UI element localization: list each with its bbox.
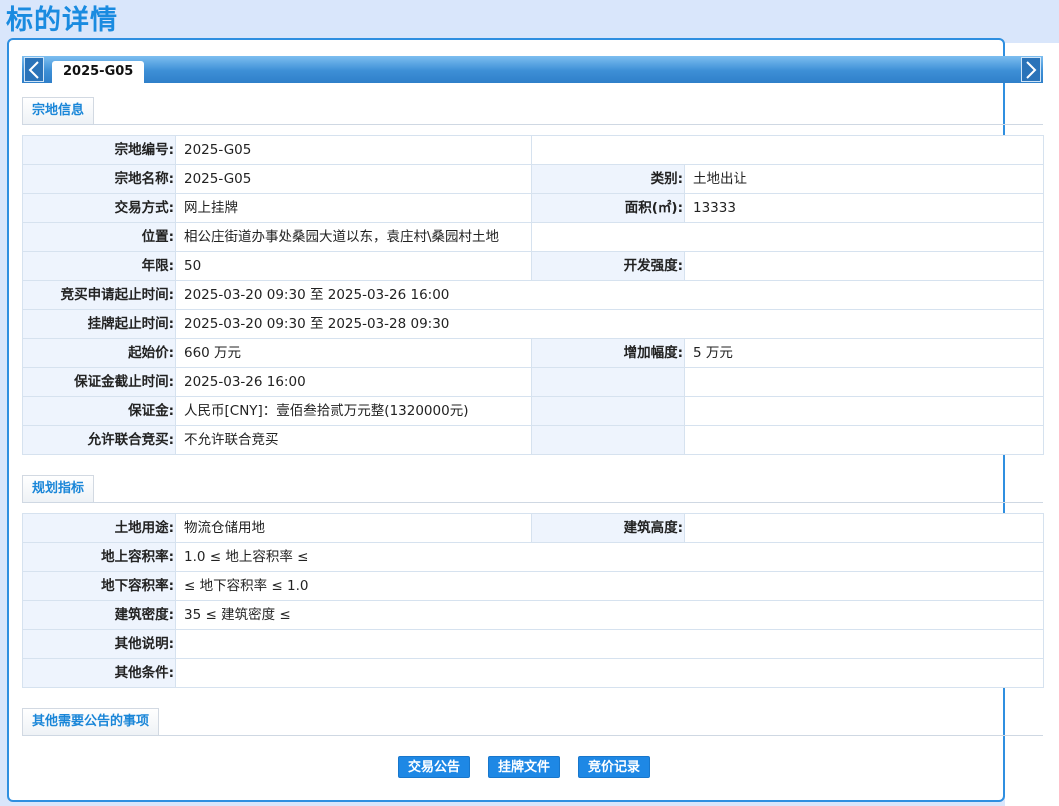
above-ground-far-value: 1.0 ≤ 地上容积率 ≤ [175, 542, 1044, 572]
prev-tab-button[interactable] [24, 57, 44, 82]
building-density-label: 建筑密度: [22, 600, 176, 630]
land-use-value: 物流仓储用地 [175, 513, 532, 543]
table-row: 允许联合竞买: 不允许联合竞买 [22, 425, 1044, 455]
listing-period-label: 挂牌起止时间: [22, 309, 176, 339]
trade-method-value: 网上挂牌 [175, 193, 532, 223]
deposit-deadline-label: 保证金截止时间: [22, 367, 176, 397]
empty-cell [531, 222, 1044, 252]
parcel-no-value: 2025-G05 [175, 135, 532, 165]
building-height-label: 建筑高度: [531, 513, 685, 543]
category-value: 土地出让 [684, 164, 1044, 194]
table-row: 竞买申请起止时间: 2025-03-20 09:30 至 2025-03-26 … [22, 280, 1044, 310]
starting-price-label: 起始价: [22, 338, 176, 368]
table-row: 其他说明: [22, 629, 1044, 659]
category-label: 类别: [531, 164, 685, 194]
detail-panel: 2025-G05 宗地信息 宗地编号: 2025-G05 宗地名称: 2025-… [7, 38, 1044, 802]
empty-cell [684, 396, 1044, 426]
table-row: 其他条件: [22, 658, 1044, 688]
term-label: 年限: [22, 251, 176, 281]
table-row: 起始价: 660 万元 增加幅度: 5 万元 [22, 338, 1044, 368]
planning-header: 规划指标 [22, 475, 1043, 503]
trade-method-label: 交易方式: [22, 193, 176, 223]
parcel-info-header: 宗地信息 [22, 97, 1043, 125]
table-row: 建筑密度: 35 ≤ 建筑密度 ≤ [22, 600, 1044, 630]
page-title: 标的详情 [6, 5, 118, 36]
building-density-value: 35 ≤ 建筑密度 ≤ [175, 600, 1044, 630]
land-use-label: 土地用途: [22, 513, 176, 543]
joint-bid-value: 不允许联合竞买 [175, 425, 532, 455]
empty-cell [684, 367, 1044, 397]
table-row: 交易方式: 网上挂牌 面积(㎡): 13333 [22, 193, 1044, 223]
parcel-info-title: 宗地信息 [22, 97, 95, 124]
table-row: 宗地编号: 2025-G05 [22, 135, 1044, 165]
other-notes-label: 其他说明: [22, 629, 176, 659]
application-period-value: 2025-03-20 09:30 至 2025-03-26 16:00 [175, 280, 1044, 310]
parcel-tab-bar: 2025-G05 [22, 56, 1043, 83]
action-buttons: 交易公告 挂牌文件 竞价记录 [9, 756, 1003, 780]
table-row: 挂牌起止时间: 2025-03-20 09:30 至 2025-03-28 09… [22, 309, 1044, 339]
empty-label-cell [531, 425, 685, 455]
bid-records-button[interactable]: 竞价记录 [578, 756, 651, 778]
other-conditions-label: 其他条件: [22, 658, 176, 688]
other-notices-header: 其他需要公告的事项 [22, 708, 1043, 736]
planning-title: 规划指标 [22, 475, 95, 502]
deposit-deadline-value: 2025-03-26 16:00 [175, 367, 532, 397]
parcel-no-label: 宗地编号: [22, 135, 176, 165]
underground-far-value: ≤ 地下容积率 ≤ 1.0 [175, 571, 1044, 601]
underground-far-label: 地下容积率: [22, 571, 176, 601]
other-conditions-value [175, 658, 1044, 688]
listing-period-value: 2025-03-20 09:30 至 2025-03-28 09:30 [175, 309, 1044, 339]
empty-label-cell [531, 367, 685, 397]
dev-intensity-label: 开发强度: [531, 251, 685, 281]
empty-cell [531, 135, 1044, 165]
parcel-info-table: 宗地编号: 2025-G05 宗地名称: 2025-G05 类别: 土地出让 交… [22, 135, 1044, 455]
next-tab-button[interactable] [1021, 57, 1041, 82]
table-row: 地上容积率: 1.0 ≤ 地上容积率 ≤ [22, 542, 1044, 572]
starting-price-value: 660 万元 [175, 338, 532, 368]
announcement-button[interactable]: 交易公告 [398, 756, 471, 778]
chevron-right-icon [1026, 60, 1037, 79]
building-height-value [684, 513, 1044, 543]
table-row: 年限: 50 开发强度: [22, 251, 1044, 281]
deposit-value: 人民币[CNY]：壹佰叁拾贰万元整(1320000元) [175, 396, 532, 426]
term-value: 50 [175, 251, 532, 281]
joint-bid-label: 允许联合竞买: [22, 425, 176, 455]
chevron-left-icon [28, 60, 39, 79]
table-row: 土地用途: 物流仓储用地 建筑高度: [22, 513, 1044, 543]
increment-value: 5 万元 [684, 338, 1044, 368]
listing-docs-button[interactable]: 挂牌文件 [488, 756, 561, 778]
area-value: 13333 [684, 193, 1044, 223]
application-period-label: 竞买申请起止时间: [22, 280, 176, 310]
location-value: 相公庄街道办事处桑园大道以东，袁庄村\桑园村土地 [175, 222, 532, 252]
other-notes-value [175, 629, 1044, 659]
empty-label-cell [531, 396, 685, 426]
location-label: 位置: [22, 222, 176, 252]
increment-label: 增加幅度: [531, 338, 685, 368]
parcel-name-label: 宗地名称: [22, 164, 176, 194]
empty-cell [684, 425, 1044, 455]
area-label: 面积(㎡): [531, 193, 685, 223]
tab-2025-g05[interactable]: 2025-G05 [52, 61, 145, 83]
other-notices-title: 其他需要公告的事项 [22, 708, 160, 735]
table-row: 保证金截止时间: 2025-03-26 16:00 [22, 367, 1044, 397]
parcel-name-value: 2025-G05 [175, 164, 532, 194]
table-row: 地下容积率: ≤ 地下容积率 ≤ 1.0 [22, 571, 1044, 601]
table-row: 宗地名称: 2025-G05 类别: 土地出让 [22, 164, 1044, 194]
planning-table: 土地用途: 物流仓储用地 建筑高度: 地上容积率: 1.0 ≤ 地上容积率 ≤ … [22, 513, 1044, 688]
table-row: 位置: 相公庄街道办事处桑园大道以东，袁庄村\桑园村土地 [22, 222, 1044, 252]
dev-intensity-value [684, 251, 1044, 281]
deposit-label: 保证金: [22, 396, 176, 426]
above-ground-far-label: 地上容积率: [22, 542, 176, 572]
table-row: 保证金: 人民币[CNY]：壹佰叁拾贰万元整(1320000元) [22, 396, 1044, 426]
